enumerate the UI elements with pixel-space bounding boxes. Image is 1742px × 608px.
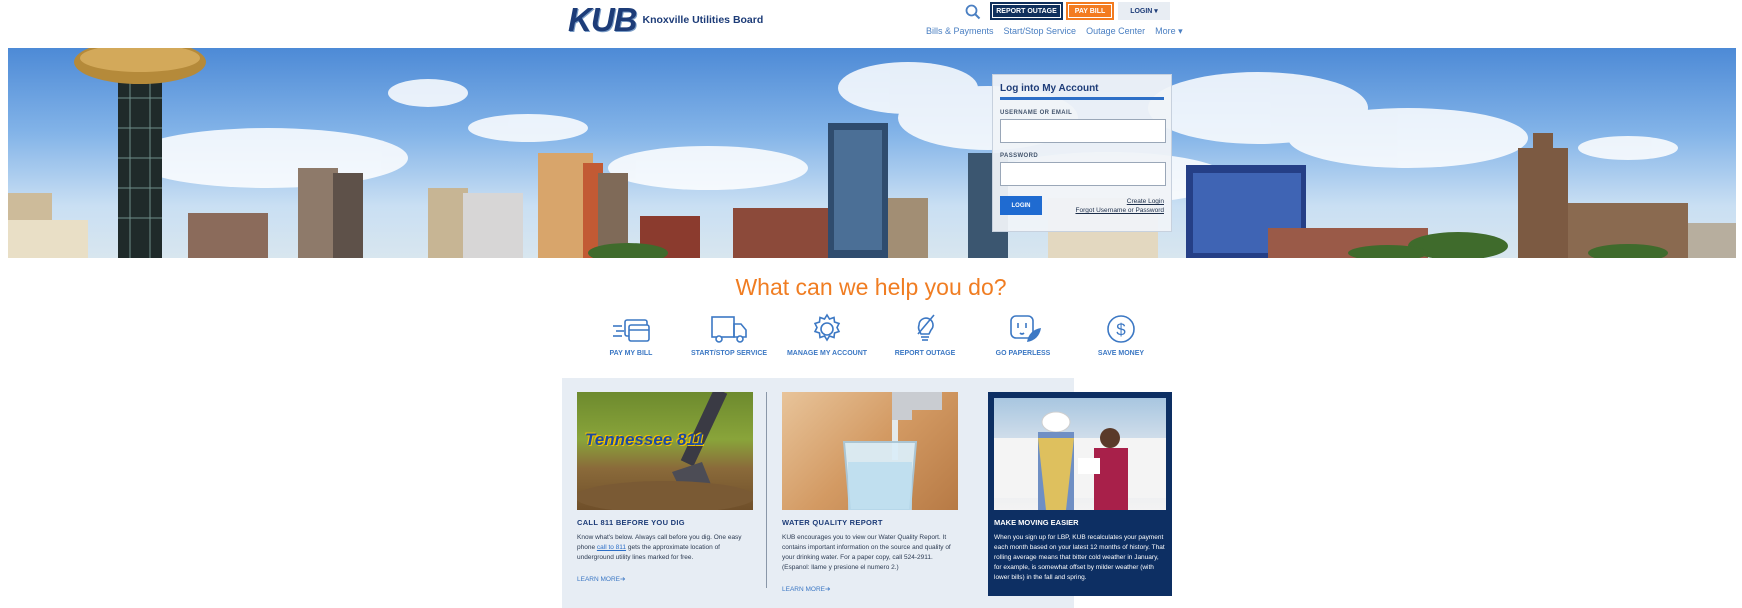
login-title: Log into My Account	[1000, 83, 1164, 100]
login-links: Create Login Forgot Username or Password	[1075, 197, 1164, 215]
lightbulb-icon	[917, 314, 935, 341]
learn-more-link[interactable]: LEARN MORE➔	[782, 585, 960, 593]
action-label: SAVE MONEY	[1097, 350, 1145, 357]
site-header: KUB Knoxville Utilities Board REPORT OUT…	[0, 0, 1742, 48]
report-outage-button[interactable]: REPORT OUTAGE	[990, 2, 1063, 20]
login-submit-button[interactable]: LOGIN	[1000, 196, 1042, 215]
action-label: REPORT OUTAGE	[894, 350, 956, 357]
username-input[interactable]	[1000, 119, 1166, 143]
password-input[interactable]	[1000, 162, 1166, 186]
skyline-illustration	[8, 48, 1736, 258]
card-water-quality: WATER QUALITY REPORT KUB encourages you …	[782, 392, 960, 593]
nav-more[interactable]: More ▾	[1155, 26, 1183, 37]
logo-text: Knoxville Utilities Board	[642, 14, 764, 26]
login-actions: LOGIN Create Login Forgot Username or Pa…	[1000, 196, 1164, 215]
main-nav: Bills & Payments Start/Stop Service Outa…	[926, 26, 1183, 37]
card-body: KUB encourages you to view our Water Qua…	[782, 534, 951, 571]
action-report-outage[interactable]: REPORT OUTAGE	[876, 312, 974, 357]
card-811-image: Tennessee 811	[577, 392, 753, 510]
quick-actions: PAY MY BILL START/STOP SERVICE MANAGE MY…	[582, 312, 1170, 357]
action-pay-my-bill[interactable]: PAY MY BILL	[582, 312, 680, 357]
action-label: START/STOP SERVICE	[690, 350, 768, 357]
action-start-stop-service[interactable]: START/STOP SERVICE	[680, 312, 778, 357]
login-dropdown-button[interactable]: LOGIN ▾	[1118, 2, 1170, 20]
search-icon[interactable]	[964, 3, 982, 21]
forgot-credentials-link[interactable]: Forgot Username or Password	[1075, 206, 1164, 215]
card-body: When you sign up for LBP, KUB recalculat…	[994, 534, 1165, 581]
nav-start-stop-service[interactable]: Start/Stop Service	[1004, 26, 1077, 37]
login-panel: Log into My Account USERNAME OR EMAIL PA…	[992, 74, 1172, 232]
faucet-illustration	[842, 392, 942, 510]
username-label: USERNAME OR EMAIL	[1000, 110, 1073, 116]
password-label: PASSWORD	[1000, 153, 1039, 159]
call-811-link[interactable]: call to 811	[597, 544, 626, 551]
truck-icon	[711, 316, 747, 343]
water-glass-image	[782, 392, 958, 510]
learn-more-link[interactable]: LEARN MORE➔	[577, 575, 755, 583]
action-label: MANAGE MY ACCOUNT	[786, 350, 868, 357]
pay-bill-button[interactable]: PAY BILL	[1066, 2, 1114, 20]
create-login-link[interactable]: Create Login	[1075, 197, 1164, 206]
action-label: PAY MY BILL	[609, 350, 653, 357]
action-manage-my-account[interactable]: MANAGE MY ACCOUNT	[778, 312, 876, 357]
tennessee-811-logo: Tennessee 811	[585, 430, 705, 449]
action-go-paperless[interactable]: GO PAPERLESS	[974, 312, 1072, 357]
outlet-leaf-icon	[1010, 315, 1041, 342]
card-title: MAKE MOVING EASIER	[994, 518, 1079, 527]
card-make-moving-easier: MAKE MOVING EASIER When you sign up for …	[988, 392, 1172, 596]
hero-skyline-image	[8, 48, 1736, 258]
credit-card-icon	[613, 319, 650, 342]
workers-illustration	[994, 411, 1166, 510]
svg-text:$: $	[1116, 320, 1126, 339]
card-call-811: Tennessee 811 CALL 811 BEFORE YOU DIG Kn…	[577, 392, 755, 583]
card-body: Know what's below. Always call before yo…	[577, 533, 755, 563]
card-divider	[766, 392, 767, 588]
kub-logo[interactable]: KUB Knoxville Utilities Board	[568, 1, 764, 38]
gear-icon	[813, 313, 841, 342]
action-label: GO PAPERLESS	[995, 350, 1051, 357]
utility-workers-image	[994, 398, 1166, 510]
logo-mark: KUB	[568, 1, 637, 38]
card-title: WATER QUALITY REPORT	[782, 518, 883, 527]
nav-bills-payments[interactable]: Bills & Payments	[926, 26, 994, 37]
dollar-icon: $	[1107, 315, 1135, 343]
action-save-money[interactable]: $ SAVE MONEY	[1072, 312, 1170, 357]
nav-outage-center[interactable]: Outage Center	[1086, 26, 1145, 37]
help-heading: What can we help you do?	[735, 274, 1007, 300]
shovel-illustration	[577, 392, 753, 510]
card-title: CALL 811 BEFORE YOU DIG	[577, 518, 685, 527]
